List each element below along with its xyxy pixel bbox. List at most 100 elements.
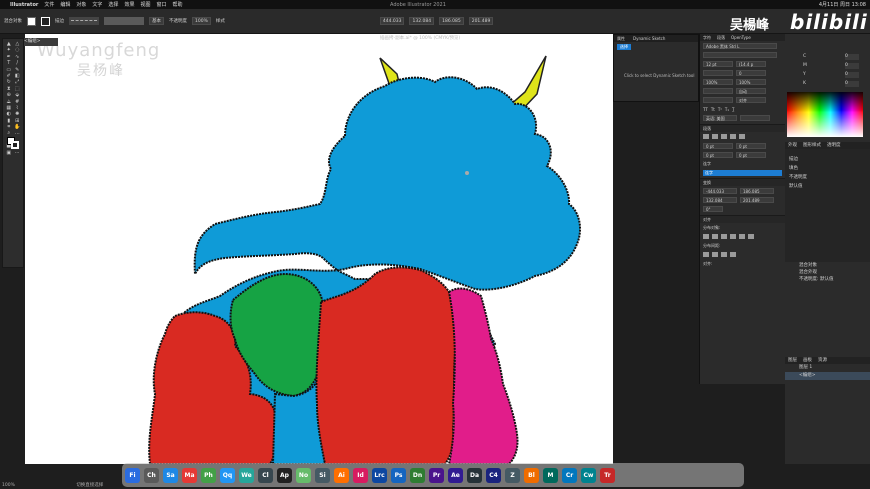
dist-bottom-icon[interactable] bbox=[721, 252, 727, 257]
dock-app-21[interactable]: Bl bbox=[524, 467, 539, 483]
dock-app-19[interactable]: C4 bbox=[486, 467, 501, 483]
dock-app-3[interactable]: Ma bbox=[182, 467, 197, 483]
tab-graphic-styles[interactable]: 图形样式 bbox=[803, 142, 821, 149]
color-c-value[interactable]: 0 bbox=[845, 54, 859, 60]
transform-x-field[interactable]: -444.033 bbox=[703, 188, 737, 194]
menu-select[interactable]: 选择 bbox=[108, 1, 118, 8]
artboard-canvas[interactable]: Wuyangfeng 吴杨峰 bbox=[25, 34, 613, 464]
color-m-value[interactable]: 0 bbox=[845, 63, 859, 69]
tab-layers[interactable]: 图层 bbox=[788, 357, 797, 364]
dock-app-25[interactable]: Tr bbox=[600, 467, 615, 483]
scale-h-field[interactable]: 100% bbox=[703, 79, 733, 85]
document-title[interactable]: 插画拷-副本.ai* @ 100% (CMYK/预览) bbox=[380, 35, 460, 41]
align-righte-icon[interactable] bbox=[748, 234, 754, 239]
justify-icon[interactable] bbox=[730, 134, 736, 139]
tab-properties[interactable]: 属性 bbox=[617, 35, 625, 42]
color-k-value[interactable]: 0 bbox=[845, 81, 859, 87]
dock-app-13[interactable]: Lrc bbox=[372, 467, 387, 483]
dock-app-9[interactable]: No bbox=[296, 467, 311, 483]
align-vcenter-icon[interactable] bbox=[712, 234, 718, 239]
underline-icon[interactable]: T̲ bbox=[732, 107, 734, 112]
scale-v-field[interactable]: 100% bbox=[736, 79, 766, 85]
stroke-profile[interactable] bbox=[69, 17, 99, 25]
h-field[interactable]: 201.489 bbox=[468, 17, 494, 25]
tab-paragraph[interactable]: 段落 bbox=[717, 34, 725, 41]
paragraph-section-header[interactable]: 段落 bbox=[700, 124, 785, 132]
menu-window[interactable]: 窗口 bbox=[156, 1, 166, 8]
dock-app-11[interactable]: Ai bbox=[334, 467, 349, 483]
dock-app-8[interactable]: Ap bbox=[277, 467, 292, 483]
dock-app-22[interactable]: M bbox=[543, 467, 558, 483]
edit-toolbar-icon[interactable]: ⋯ bbox=[14, 150, 22, 156]
dock-app-1[interactable]: Ch bbox=[144, 467, 159, 483]
indent-right-field[interactable]: 0 pt bbox=[736, 143, 766, 149]
tab-transparency[interactable]: 透明度 bbox=[827, 142, 841, 149]
action-item-2[interactable]: 不透明度: 默认值 bbox=[785, 276, 870, 283]
dock-app-10[interactable]: Si bbox=[315, 467, 330, 483]
dock-app-12[interactable]: Id bbox=[353, 467, 368, 483]
stroke-style[interactable]: 基本 bbox=[149, 17, 164, 25]
kerning-field[interactable] bbox=[703, 70, 733, 76]
align-right-icon[interactable] bbox=[721, 134, 727, 139]
menu-file[interactable]: 文件 bbox=[44, 1, 54, 8]
x-field[interactable]: 444.033 bbox=[379, 17, 405, 25]
selected-style-row[interactable]: 连字 bbox=[703, 170, 782, 176]
menu-type[interactable]: 文字 bbox=[92, 1, 102, 8]
superscript-icon[interactable]: T¹ bbox=[718, 107, 722, 112]
stroke-color-box[interactable] bbox=[11, 140, 19, 149]
dock-app-24[interactable]: Cw bbox=[581, 467, 596, 483]
space-before-field[interactable]: 0 pt bbox=[703, 152, 733, 158]
space-after-field[interactable]: 0 pt bbox=[736, 152, 766, 158]
all-caps-icon[interactable]: TT bbox=[703, 107, 708, 112]
appearance-stroke-row[interactable]: 描边 bbox=[789, 155, 866, 164]
menu-object[interactable]: 对象 bbox=[76, 1, 86, 8]
justify-all-icon[interactable] bbox=[739, 134, 745, 139]
tab-opentype[interactable]: OpenType bbox=[731, 34, 751, 41]
transform-angle-field[interactable]: 0° bbox=[703, 206, 723, 212]
stroke-swatch[interactable] bbox=[41, 16, 50, 26]
transform-w-field[interactable]: 186.085 bbox=[740, 188, 774, 194]
dynamic-sketch-select-button[interactable]: 选择 bbox=[617, 44, 631, 50]
action-item-1[interactable]: 混合外观 bbox=[785, 269, 870, 276]
dock-app-5[interactable]: Qq bbox=[220, 467, 235, 483]
font-family-select[interactable]: Adobe 黑体 Std L bbox=[703, 43, 777, 49]
language-select[interactable]: 英语: 美国 bbox=[703, 115, 737, 121]
menu-edit[interactable]: 编辑 bbox=[60, 1, 70, 8]
font-style-select[interactable] bbox=[703, 52, 777, 58]
action-item-0[interactable]: 混合对象 bbox=[785, 262, 870, 269]
y-field[interactable]: 132.084 bbox=[409, 17, 435, 25]
transform-section-header[interactable]: 变换 bbox=[700, 178, 785, 186]
baseline-field[interactable] bbox=[703, 88, 733, 94]
opacity-field[interactable]: 100% bbox=[192, 17, 211, 25]
align-hcenter-icon[interactable] bbox=[739, 234, 745, 239]
rotation-field[interactable] bbox=[703, 97, 733, 103]
layer-row-1[interactable]: 图层 1 bbox=[785, 364, 870, 372]
status-zoom[interactable]: 100% bbox=[2, 483, 15, 488]
tab-artboards[interactable]: 画板 bbox=[803, 357, 812, 364]
indent-left-field[interactable]: 0 pt bbox=[703, 143, 733, 149]
tab-appearance[interactable]: 外观 bbox=[788, 142, 797, 149]
dist-top-icon[interactable] bbox=[703, 252, 709, 257]
dock-app-14[interactable]: Ps bbox=[391, 467, 406, 483]
align-left-icon[interactable] bbox=[703, 134, 709, 139]
align-section-header[interactable]: 对齐 bbox=[700, 215, 785, 223]
color-y-value[interactable]: 0 bbox=[845, 72, 859, 78]
auto-field[interactable]: 自动 bbox=[736, 88, 766, 94]
tab-character[interactable]: 字符 bbox=[703, 34, 711, 41]
w-field[interactable]: 186.085 bbox=[439, 17, 464, 25]
dock-app-6[interactable]: We bbox=[239, 467, 254, 483]
tab-dynamic-sketch[interactable]: Dynamic Sketch bbox=[633, 35, 665, 42]
tracking-field[interactable]: 0 bbox=[736, 70, 766, 76]
app-name[interactable]: Illustrator bbox=[10, 2, 38, 8]
transform-y-field[interactable]: 132.084 bbox=[703, 197, 737, 203]
menu-effect[interactable]: 效果 bbox=[124, 1, 134, 8]
dock-app-0[interactable]: Fi bbox=[125, 467, 140, 483]
dock-app-17[interactable]: Ae bbox=[448, 467, 463, 483]
align-lefte-icon[interactable] bbox=[730, 234, 736, 239]
screen-mode-icon[interactable]: ▣ bbox=[5, 150, 13, 156]
small-caps-icon[interactable]: Tt bbox=[711, 107, 715, 112]
font-size-field[interactable]: 12 pt bbox=[703, 61, 733, 67]
leading-field[interactable]: (14.4 p bbox=[736, 61, 766, 67]
dock-app-23[interactable]: Cr bbox=[562, 467, 577, 483]
align-top-icon[interactable] bbox=[703, 234, 709, 239]
